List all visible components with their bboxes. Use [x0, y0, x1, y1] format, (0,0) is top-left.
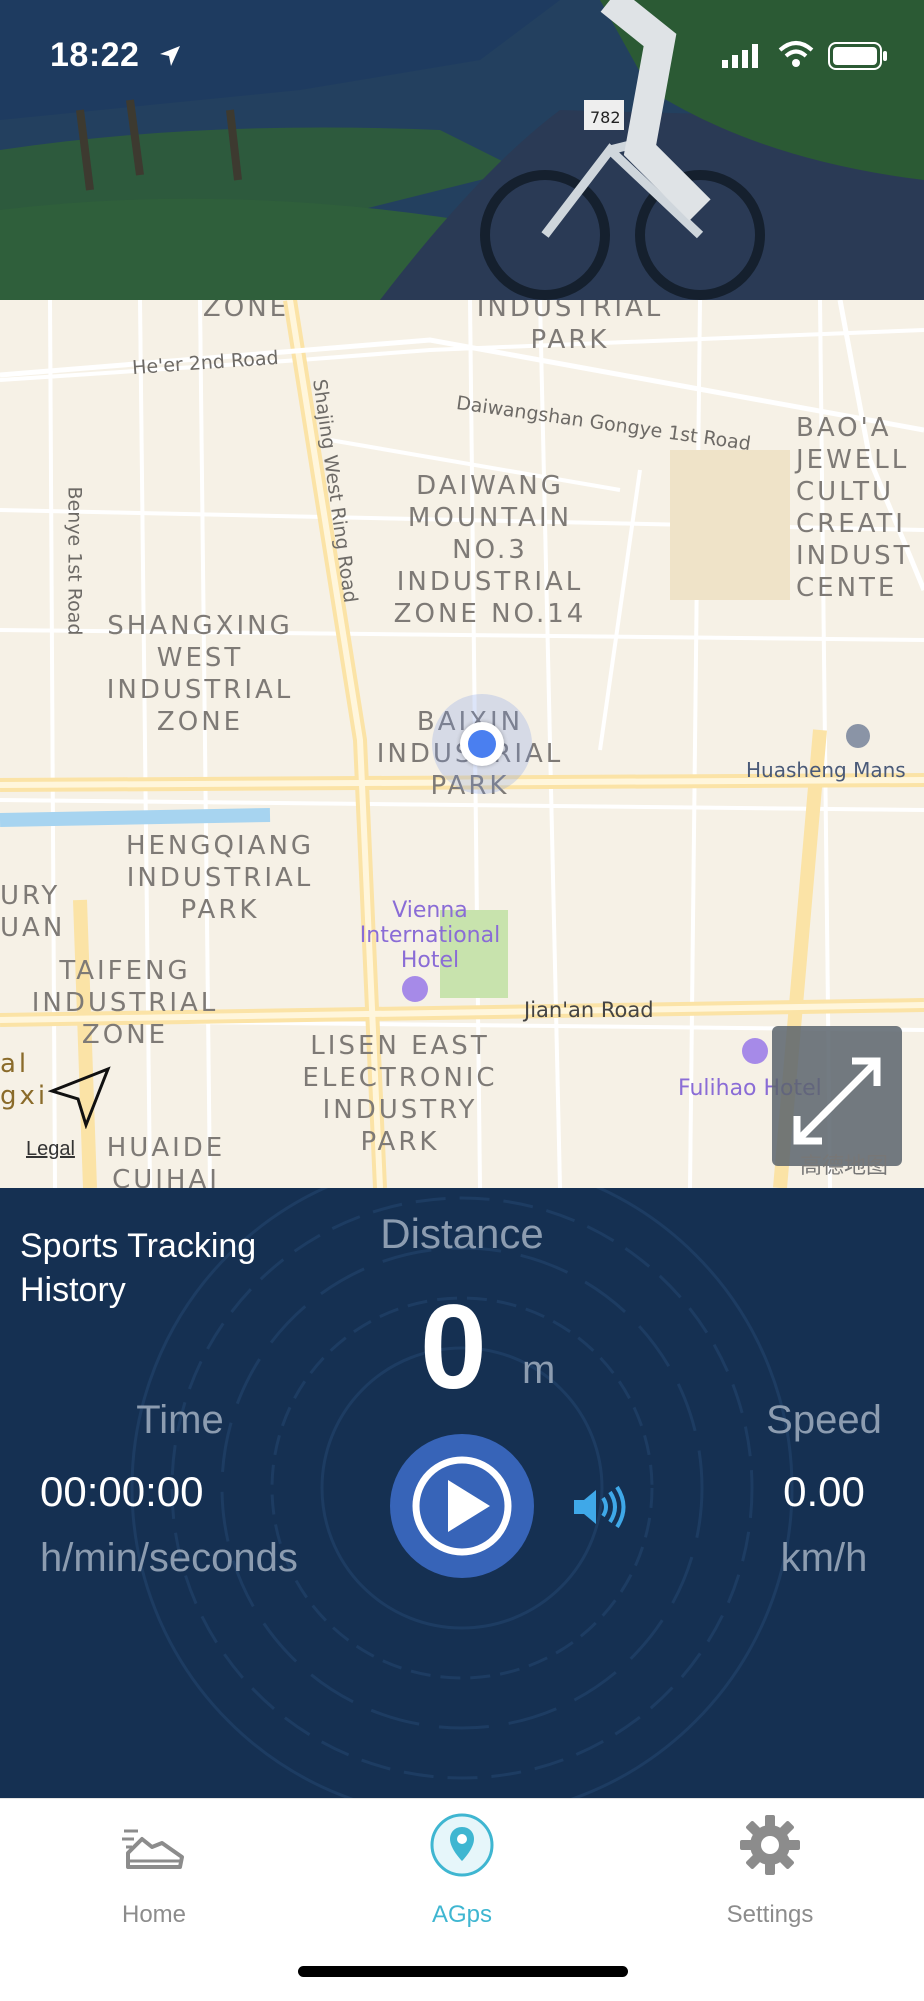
tracking-dashboard: Sports Tracking History Distance 0 m Tim…	[0, 1188, 924, 1798]
location-arrow-icon	[160, 46, 180, 66]
tab-settings[interactable]: Settings	[670, 1799, 870, 1939]
time-value: 00:00:00	[40, 1468, 204, 1515]
map-area-label: TAIFENG INDUSTRIAL ZONE	[31, 956, 219, 1050]
legal-link[interactable]: Legal	[26, 1138, 75, 1161]
compass-arrow-icon[interactable]	[48, 1065, 112, 1129]
map-area-label: DAIWANG MOUNTAIN NO.3 INDUSTRIAL ZONE NO…	[393, 471, 587, 629]
hotel-icon	[402, 976, 428, 1002]
tab-label: Settings	[726, 1901, 814, 1928]
map-provider-label: 高德地图	[800, 1154, 889, 1179]
time-unit: h/min/seconds	[40, 1536, 298, 1580]
tab-label: Home	[121, 1901, 187, 1928]
home-indicator[interactable]	[298, 1966, 628, 1977]
road-label: Benye 1st Road	[63, 486, 86, 636]
fullscreen-map-button[interactable]	[772, 1026, 902, 1166]
expand-icon	[793, 1057, 881, 1145]
tab-label: AGps	[431, 1901, 493, 1928]
map-area-label: LISEN EAST ELECTRONIC INDUSTRY PARK	[302, 1031, 498, 1157]
road-label: Jian'an Road	[524, 998, 654, 1022]
poi-label[interactable]: Vienna International Hotel	[330, 898, 530, 973]
building-icon	[846, 724, 870, 748]
header-photo: 782 18:22	[0, 0, 924, 300]
battery-icon	[828, 42, 887, 70]
running-shoe-icon	[122, 1829, 184, 1869]
map-area-label: URY UAN	[0, 881, 66, 943]
distance-value: 0	[420, 1280, 487, 1414]
bib-number: 782	[590, 108, 621, 127]
tab-agps[interactable]: AGps	[362, 1799, 562, 1939]
map-area-label: SHANGXING WEST INDUSTRIAL ZONE	[106, 611, 294, 737]
status-bar: 18:22	[0, 0, 924, 110]
map-area-label: HENGQIANG INDUSTRIAL PARK	[125, 831, 315, 925]
gear-icon	[740, 1815, 800, 1875]
poi-label[interactable]: Huasheng Mans	[746, 758, 906, 782]
map-area-label: INDUSTRIAL PARK	[476, 300, 664, 355]
tab-home[interactable]: Home	[54, 1799, 254, 1939]
play-icon	[412, 1456, 512, 1556]
current-location-marker	[432, 694, 532, 794]
signal-icon	[722, 44, 758, 68]
distance-label: Distance	[380, 1210, 544, 1257]
speed-label: Speed	[766, 1398, 882, 1442]
start-tracking-button[interactable]	[390, 1434, 534, 1578]
location-pin-icon	[430, 1813, 494, 1877]
speed-unit: km/h	[780, 1536, 868, 1580]
map-view[interactable]: ZONE INDUSTRIAL PARK DAIWANG MOUNTAIN NO…	[0, 300, 924, 1188]
tracking-history-link[interactable]: Sports Tracking History	[20, 1224, 320, 1312]
wifi-icon	[778, 41, 814, 67]
map-area-label: HUAIDE CUIHAI	[106, 1133, 226, 1188]
hotel-icon	[742, 1038, 768, 1064]
status-time: 18:22	[50, 36, 140, 74]
speed-value: 0.00	[783, 1468, 865, 1515]
map-area-label: ZONE	[202, 300, 290, 323]
distance-unit: m	[522, 1348, 556, 1392]
time-label: Time	[136, 1398, 224, 1442]
sound-icon[interactable]	[572, 1484, 626, 1530]
map-area-label: BAO'A JEWELL CULTU CREATI INDUST CENTE	[796, 413, 913, 603]
